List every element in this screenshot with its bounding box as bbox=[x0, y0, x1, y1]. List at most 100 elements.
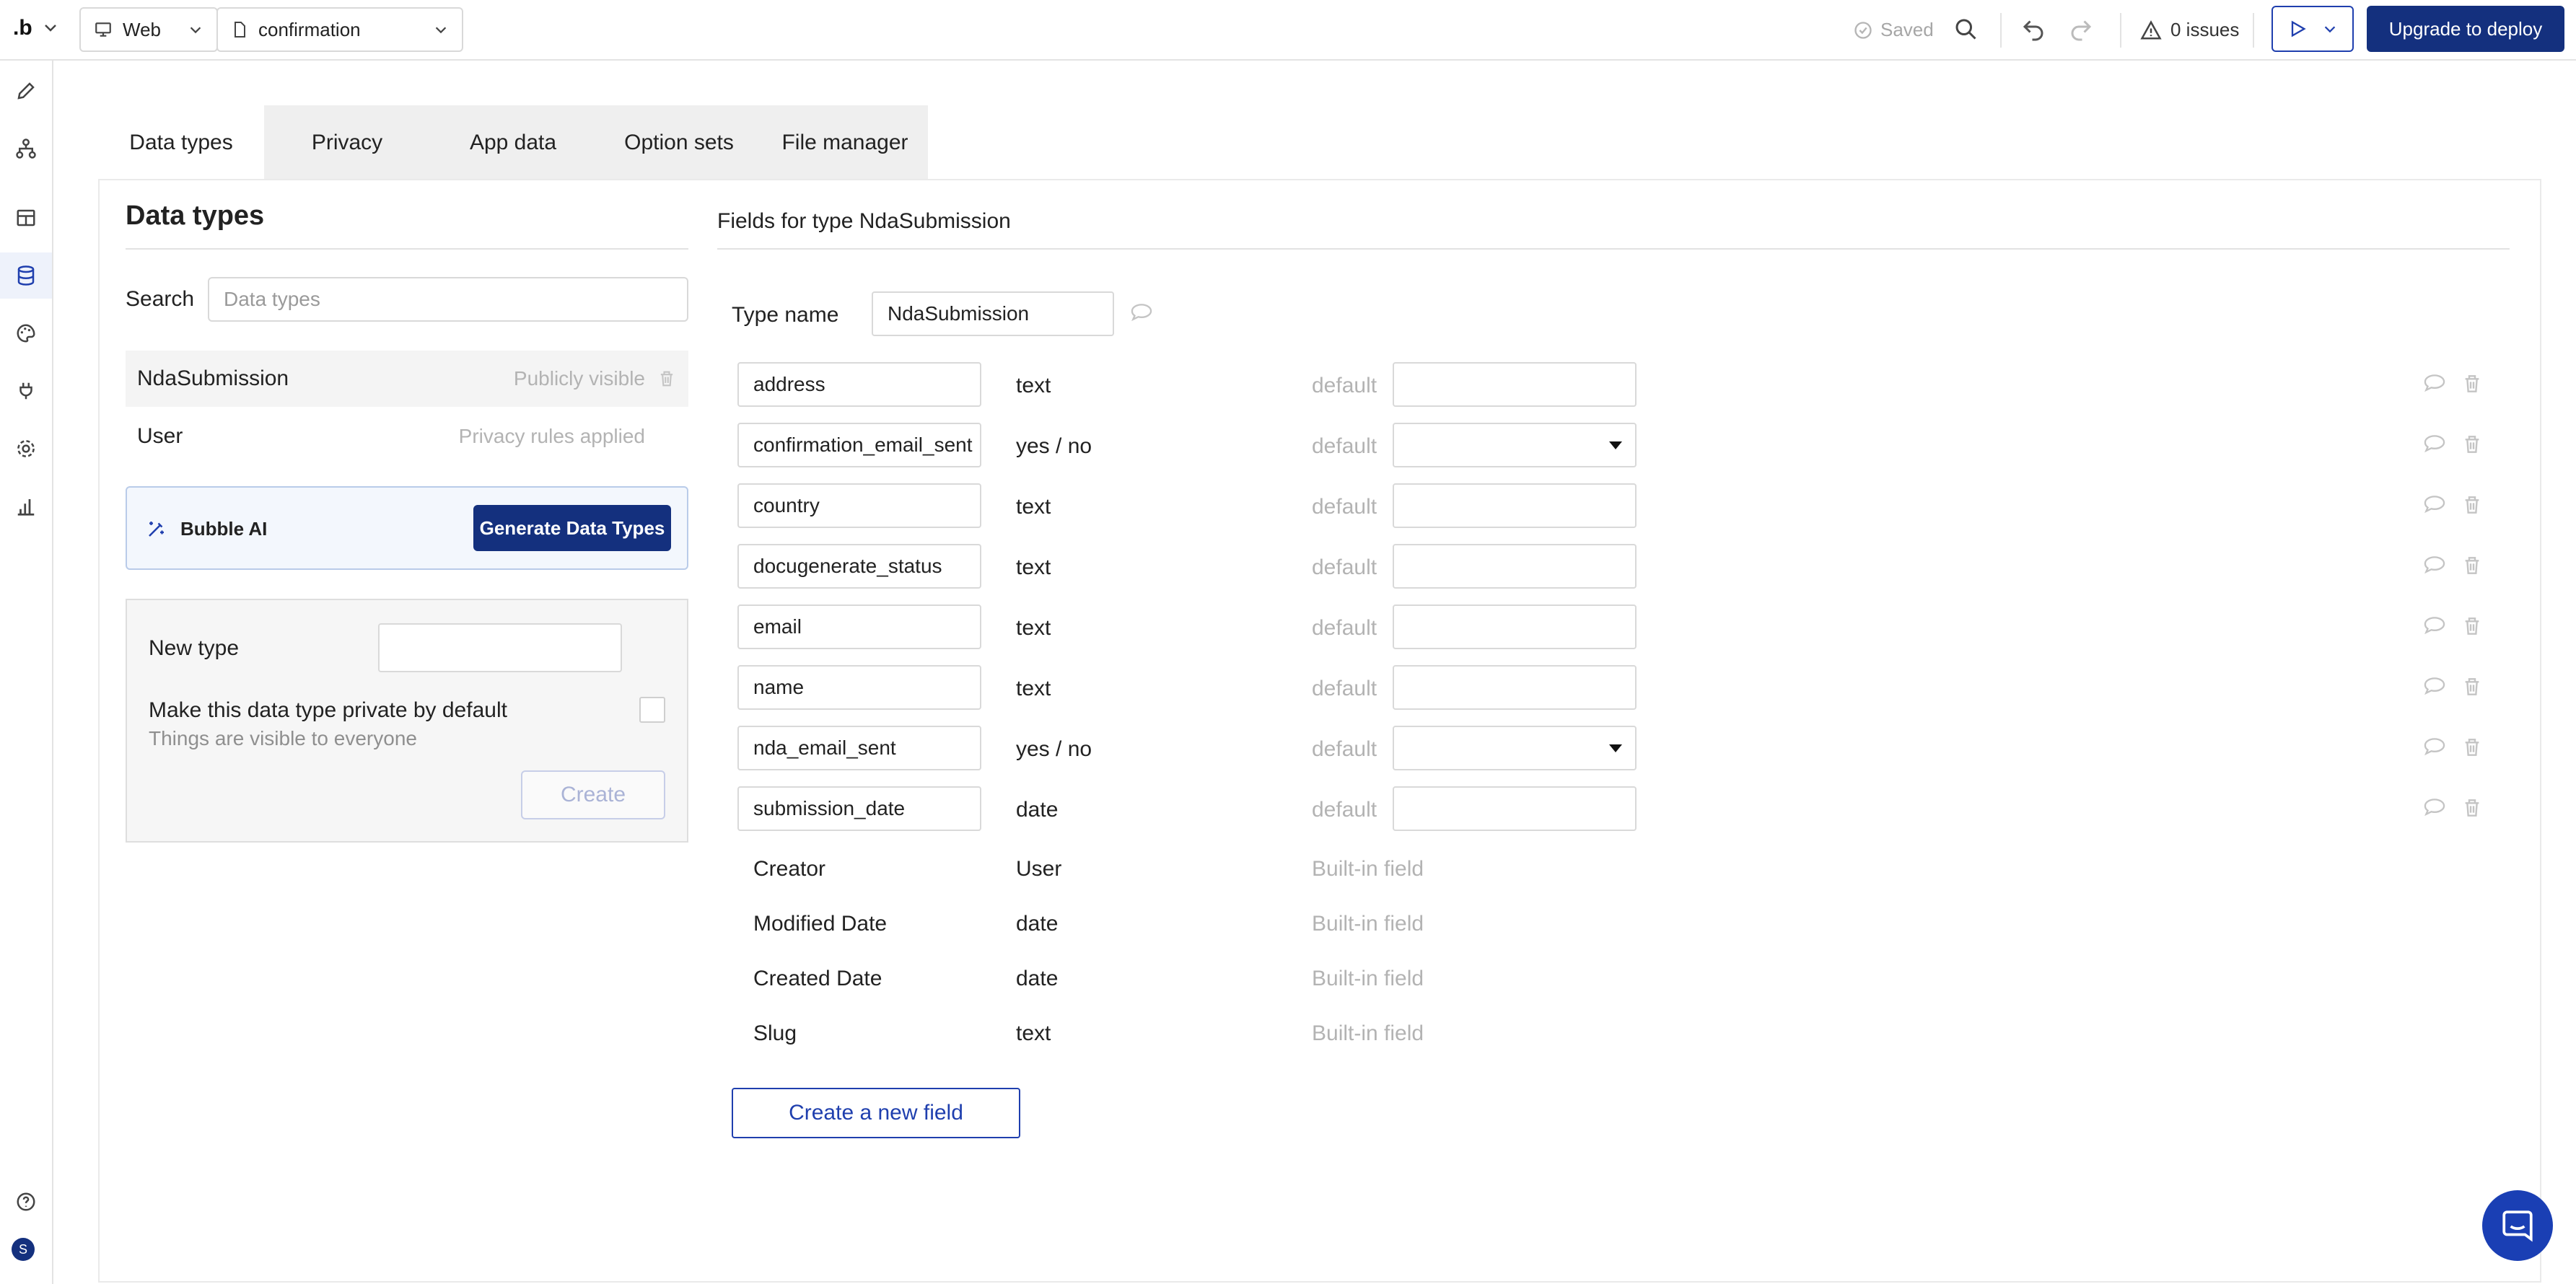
type-name-input[interactable]: NdaSubmission bbox=[872, 291, 1114, 336]
rail-data[interactable] bbox=[0, 252, 52, 299]
monitor-icon bbox=[95, 22, 111, 37]
rail-workflow[interactable] bbox=[0, 126, 52, 172]
trash-icon[interactable] bbox=[2461, 615, 2484, 638]
search-icon[interactable] bbox=[1953, 16, 1979, 42]
field-name-input[interactable]: confirmation_email_sent bbox=[737, 423, 981, 467]
upgrade-to-deploy-button[interactable]: Upgrade to deploy bbox=[2367, 6, 2564, 52]
rail-palette[interactable] bbox=[0, 310, 52, 356]
field-name-input[interactable]: country bbox=[737, 483, 981, 528]
trash-icon[interactable] bbox=[2461, 493, 2484, 516]
create-type-button[interactable]: Create bbox=[521, 770, 665, 819]
tab-file-manager[interactable]: File manager bbox=[762, 105, 928, 180]
rail-settings[interactable] bbox=[0, 426, 52, 472]
platform-label: Web bbox=[123, 18, 161, 40]
help-icon bbox=[17, 1192, 35, 1211]
comment-icon[interactable] bbox=[2422, 433, 2448, 456]
trash-icon[interactable] bbox=[657, 369, 677, 389]
rail-plugins[interactable] bbox=[0, 368, 52, 414]
avatar[interactable]: S bbox=[12, 1238, 35, 1261]
data-type-row[interactable]: NdaSubmission Publicly visible bbox=[126, 351, 688, 407]
comment-icon[interactable] bbox=[2422, 554, 2448, 577]
undo-icon[interactable] bbox=[2020, 16, 2046, 42]
preview-button[interactable] bbox=[2271, 6, 2354, 52]
bubble-logo[interactable]: .b bbox=[13, 16, 32, 40]
trash-icon[interactable] bbox=[2461, 433, 2484, 456]
builtin-field-name: Creator bbox=[753, 857, 826, 881]
comment-icon[interactable] bbox=[2422, 615, 2448, 638]
check-circle-icon bbox=[1854, 21, 1872, 39]
dropdown-arrow-icon bbox=[1609, 744, 1622, 752]
field-name-input[interactable]: nda_email_sent bbox=[737, 726, 981, 770]
comment-icon[interactable] bbox=[2422, 493, 2448, 516]
default-value-input[interactable] bbox=[1393, 665, 1637, 710]
new-type-input[interactable] bbox=[378, 623, 622, 672]
rail-help[interactable] bbox=[0, 1179, 52, 1225]
create-new-field-button[interactable]: Create a new field bbox=[732, 1088, 1020, 1138]
page-label: confirmation bbox=[258, 18, 361, 40]
tab-option-sets[interactable]: Option sets bbox=[596, 105, 762, 180]
default-label: default bbox=[1312, 737, 1377, 761]
page-dropdown[interactable]: confirmation bbox=[216, 7, 463, 52]
field-type: text bbox=[1016, 677, 1051, 700]
default-value-select[interactable] bbox=[1393, 423, 1637, 467]
bubble-ai-panel: Bubble AI Generate Data Types bbox=[126, 486, 688, 570]
comment-icon[interactable] bbox=[1129, 302, 1155, 325]
default-value-input[interactable] bbox=[1393, 604, 1637, 649]
chevron-down-icon[interactable] bbox=[42, 19, 59, 36]
default-value-select[interactable] bbox=[1393, 726, 1637, 770]
type-name-label: Type name bbox=[732, 303, 839, 327]
field-name-input[interactable]: submission_date bbox=[737, 786, 981, 831]
divider bbox=[126, 248, 688, 250]
trash-icon[interactable] bbox=[2461, 372, 2484, 395]
comment-icon[interactable] bbox=[2422, 675, 2448, 698]
generate-data-types-button[interactable]: Generate Data Types bbox=[473, 505, 671, 551]
search-label: Search bbox=[126, 287, 195, 311]
default-label: default bbox=[1312, 677, 1377, 700]
builtin-field-note: Built-in field bbox=[1312, 1021, 1424, 1045]
rail-logs[interactable] bbox=[0, 483, 52, 529]
data-tabs: Data types Privacy App data Option sets … bbox=[98, 105, 928, 180]
platform-dropdown[interactable]: Web bbox=[79, 7, 218, 52]
rail-styles[interactable] bbox=[0, 195, 52, 241]
tab-data-types[interactable]: Data types bbox=[98, 105, 264, 180]
trash-icon[interactable] bbox=[2461, 736, 2484, 759]
support-chat-button[interactable] bbox=[2482, 1190, 2553, 1261]
gear-icon bbox=[17, 440, 35, 457]
comment-icon[interactable] bbox=[2422, 796, 2448, 819]
trash-icon[interactable] bbox=[2461, 796, 2484, 819]
default-label: default bbox=[1312, 495, 1377, 519]
tab-app-data[interactable]: App data bbox=[430, 105, 596, 180]
default-value-input[interactable] bbox=[1393, 786, 1637, 831]
field-name-input[interactable]: name bbox=[737, 665, 981, 710]
private-by-default-checkbox[interactable] bbox=[639, 697, 665, 723]
trash-icon[interactable] bbox=[2461, 675, 2484, 698]
default-value-input[interactable] bbox=[1393, 362, 1637, 407]
comment-icon[interactable] bbox=[2422, 736, 2448, 759]
redo-icon[interactable] bbox=[2068, 16, 2094, 42]
field-name-input[interactable]: email bbox=[737, 604, 981, 649]
field-actions bbox=[2422, 796, 2484, 819]
default-value-input[interactable] bbox=[1393, 483, 1637, 528]
new-type-panel: New type Make this data type private by … bbox=[126, 599, 688, 843]
default-value-input[interactable] bbox=[1393, 544, 1637, 589]
field-name-input[interactable]: docugenerate_status bbox=[737, 544, 981, 589]
field-actions bbox=[2422, 554, 2484, 577]
field-type: text bbox=[1016, 616, 1051, 640]
rail-design[interactable] bbox=[0, 68, 52, 114]
chevron-down-icon bbox=[435, 27, 447, 34]
data-types-title: Data types bbox=[126, 201, 265, 231]
field-row: email text default bbox=[737, 604, 2491, 651]
field-actions bbox=[2422, 736, 2484, 759]
tab-privacy[interactable]: Privacy bbox=[264, 105, 430, 180]
field-name-input[interactable]: address bbox=[737, 362, 981, 407]
database-icon bbox=[17, 265, 35, 286]
chevron-down-icon bbox=[190, 27, 201, 34]
issues-indicator[interactable]: 0 issues bbox=[2140, 19, 2239, 41]
trash-icon[interactable] bbox=[2461, 554, 2484, 577]
new-type-label: New type bbox=[149, 636, 240, 660]
data-type-row[interactable]: User Privacy rules applied bbox=[126, 408, 688, 465]
page-icon bbox=[235, 22, 245, 38]
comment-icon[interactable] bbox=[2422, 372, 2448, 395]
search-input[interactable] bbox=[208, 277, 688, 322]
divider bbox=[2120, 13, 2121, 48]
